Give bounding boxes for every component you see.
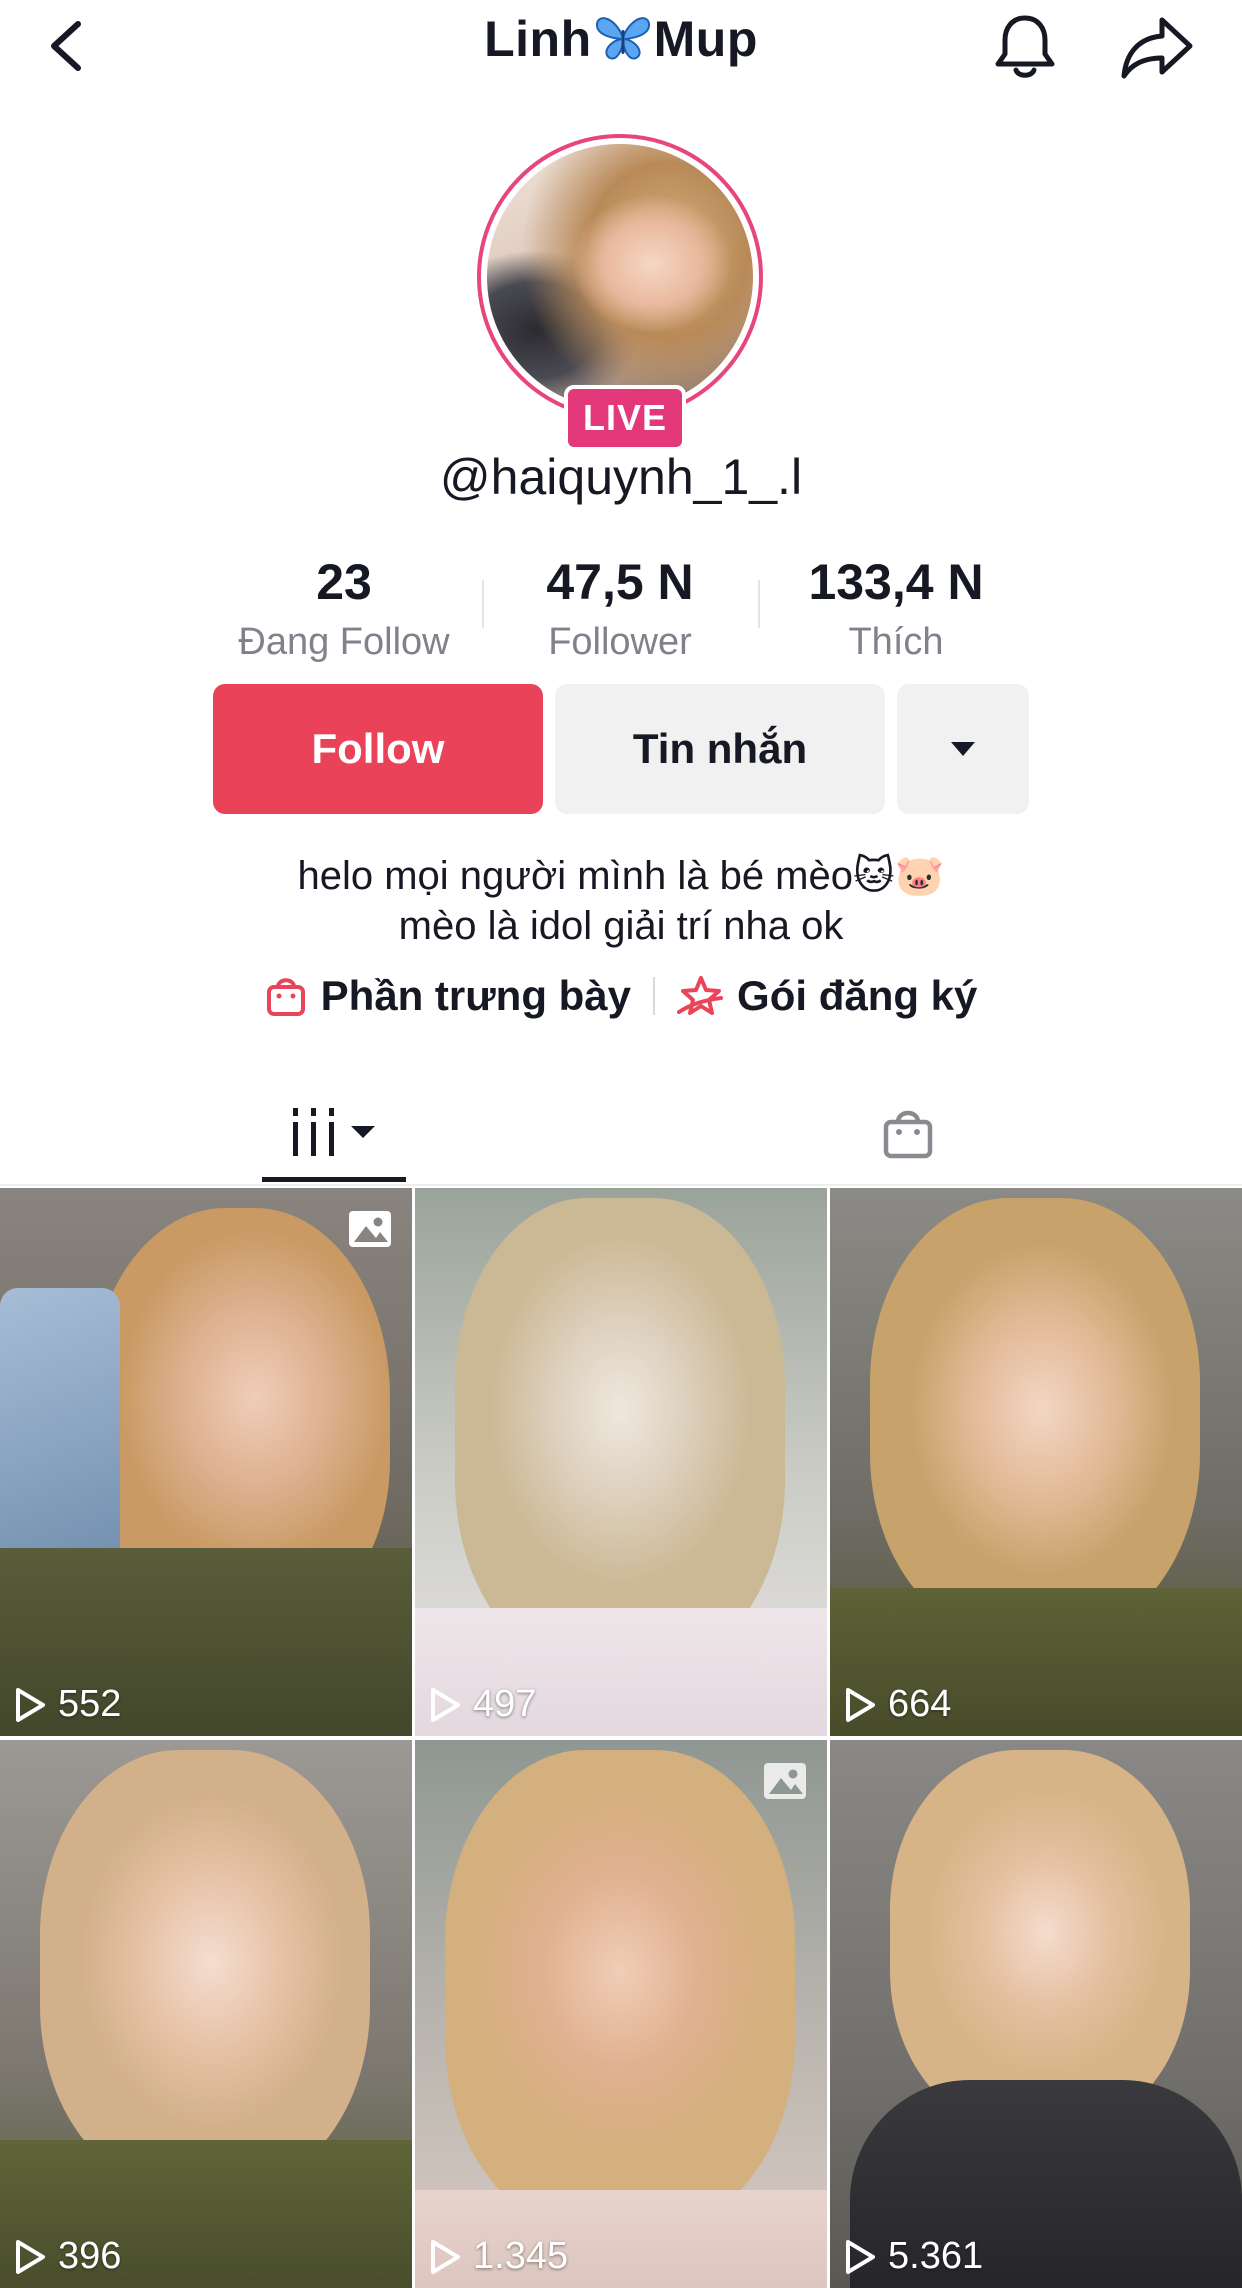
- bio-line-1: helo mọi người mình là bé mèo🐱🐷: [297, 854, 945, 898]
- video-tile[interactable]: 396: [0, 1740, 412, 2288]
- video-tile[interactable]: 5.361: [830, 1740, 1242, 2288]
- view-count-value: 396: [58, 2235, 122, 2277]
- video-tile[interactable]: 1.345: [415, 1740, 827, 2288]
- stat-followers[interactable]: 47,5 N Follower: [490, 552, 750, 670]
- thumbnail-subject: [445, 1750, 795, 2230]
- video-tile[interactable]: 664: [830, 1188, 1242, 1736]
- display-name-part-2: Mup: [653, 11, 758, 67]
- likes-count: 133,4 N: [808, 554, 984, 610]
- stat-divider: [482, 580, 484, 628]
- active-tab-indicator: [262, 1177, 406, 1182]
- video-tile[interactable]: 497: [415, 1188, 827, 1736]
- bell-icon[interactable]: [992, 12, 1058, 82]
- subscription-link[interactable]: Gói đăng ký: [677, 972, 977, 1020]
- showcase-label: Phần trưng bày: [320, 972, 632, 1019]
- likes-label: Thích: [848, 621, 944, 663]
- thumbnail-subject: [890, 1750, 1190, 2130]
- play-icon: [431, 1687, 460, 1722]
- stat-following[interactable]: 23 Đang Follow: [214, 552, 474, 670]
- tab-videos[interactable]: [262, 1080, 406, 1184]
- view-count-value: 1.345: [473, 2235, 569, 2277]
- shopping-bag-icon: [266, 978, 305, 1016]
- follower-count: 47,5 N: [546, 554, 694, 610]
- shop-bag-icon: [883, 1110, 933, 1159]
- thumbnail-subject: [455, 1198, 785, 1668]
- share-icon[interactable]: [1118, 14, 1196, 80]
- subscription-star-icon: [677, 976, 724, 1015]
- view-count: 497: [429, 1683, 536, 1726]
- play-icon: [846, 1687, 875, 1722]
- view-count: 5.361: [844, 2235, 983, 2278]
- play-icon: [431, 2239, 460, 2274]
- stat-likes[interactable]: 133,4 N Thích: [766, 552, 1026, 670]
- play-icon: [16, 2239, 45, 2274]
- stat-divider: [758, 580, 760, 628]
- video-tile[interactable]: 552: [0, 1188, 412, 1736]
- display-name-part-1: Linh: [484, 11, 592, 67]
- view-count-value: 664: [888, 1683, 952, 1725]
- view-count-value: 5.361: [888, 2235, 984, 2277]
- showcase-link[interactable]: Phần trưng bày: [265, 972, 631, 1020]
- view-count: 1.345: [429, 2235, 568, 2278]
- subscription-label: Gói đăng ký: [737, 972, 978, 1019]
- tabs-divider: [0, 1184, 1242, 1186]
- more-options-button[interactable]: [897, 684, 1029, 814]
- play-icon: [16, 1687, 45, 1722]
- link-divider: [653, 977, 656, 1015]
- play-icon: [846, 2239, 875, 2274]
- view-count: 664: [844, 1683, 951, 1726]
- follow-button[interactable]: Follow: [213, 684, 543, 814]
- live-badge[interactable]: LIVE: [564, 385, 686, 451]
- view-count-value: 497: [473, 1683, 537, 1725]
- view-count-value: 552: [58, 1683, 122, 1725]
- following-count: 23: [316, 554, 372, 610]
- bio-line-2: mèo là idol giải trí nha ok: [398, 904, 844, 948]
- thumbnail-subject: [870, 1198, 1200, 1638]
- avatar-image: [487, 144, 753, 410]
- profile-links: Phần trưng bày Gói đăng ký: [0, 972, 1242, 1020]
- thumbnail-subject: [40, 1750, 370, 2190]
- profile-avatar[interactable]: [477, 134, 763, 420]
- message-button[interactable]: Tin nhắn: [555, 684, 885, 814]
- thumbnail-phone: [0, 1288, 120, 1588]
- grid-videos-icon: [293, 1108, 375, 1156]
- photo-post-icon: [764, 1763, 806, 1799]
- username-handle: @haiquynh_1_.l: [439, 449, 803, 505]
- butterfly-icon: [595, 17, 650, 60]
- caret-down-icon: [951, 742, 975, 756]
- following-label: Đang Follow: [238, 621, 450, 663]
- view-count: 552: [14, 1683, 121, 1726]
- photo-post-icon: [349, 1211, 391, 1247]
- follower-label: Follower: [548, 621, 692, 663]
- view-count: 396: [14, 2235, 121, 2278]
- tab-shop[interactable]: [860, 1080, 956, 1184]
